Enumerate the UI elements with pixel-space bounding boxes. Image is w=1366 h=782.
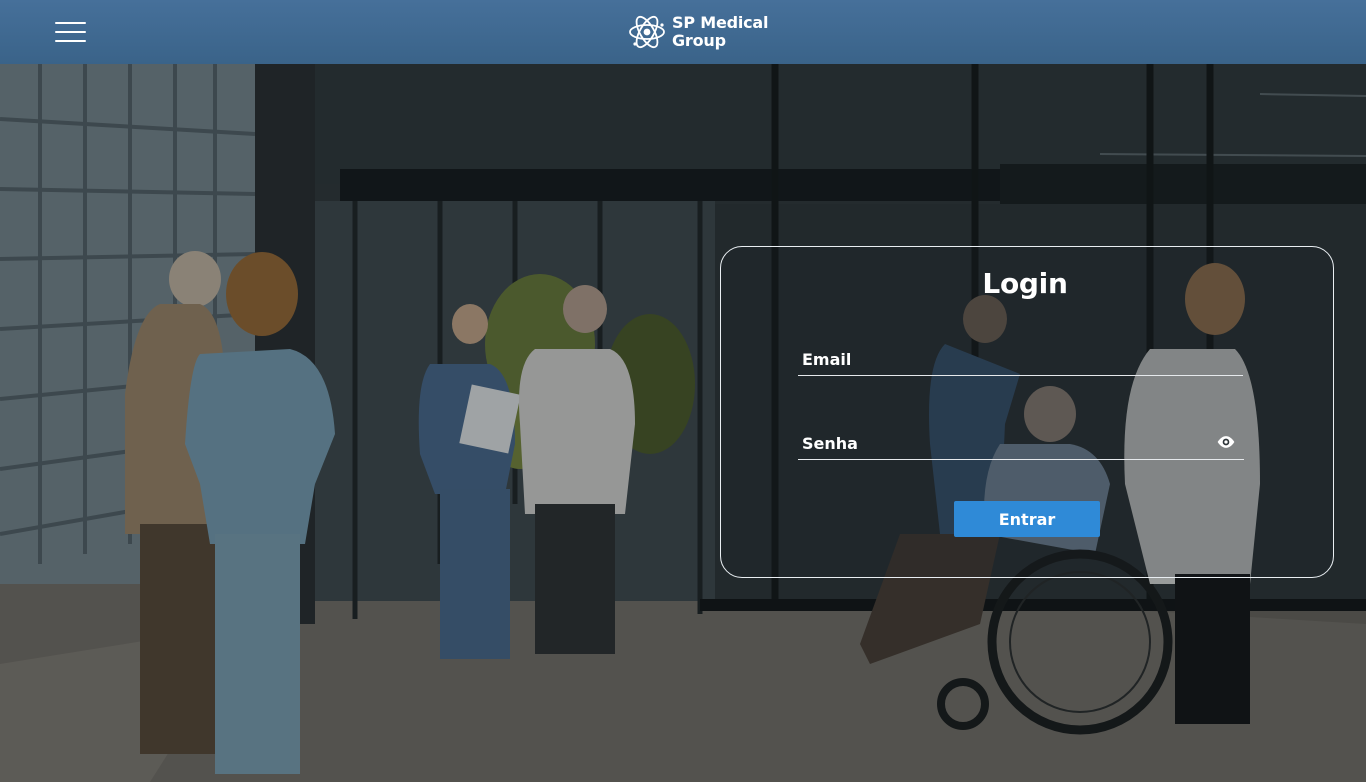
eye-icon[interactable] [1216, 435, 1236, 449]
password-input[interactable] [802, 429, 1202, 457]
login-title: Login [982, 267, 1068, 300]
hamburger-menu-icon[interactable] [55, 22, 87, 42]
atom-icon [629, 15, 665, 49]
top-header: SP Medical Group [0, 0, 1366, 64]
email-field [798, 345, 1243, 376]
brand-name-line2: Group [672, 31, 726, 50]
login-page: SP Medical Group Login Email Entrar [0, 0, 1366, 782]
email-input[interactable] [802, 345, 1202, 373]
submit-button[interactable]: Entrar [954, 501, 1100, 537]
brand-logo-link[interactable]: SP Medical Group [627, 11, 769, 53]
brand-name: SP Medical Group [672, 13, 769, 50]
brand-name-line1: SP Medical [672, 13, 769, 32]
password-field [798, 429, 1244, 460]
login-form: Login Entrar [720, 246, 1334, 578]
